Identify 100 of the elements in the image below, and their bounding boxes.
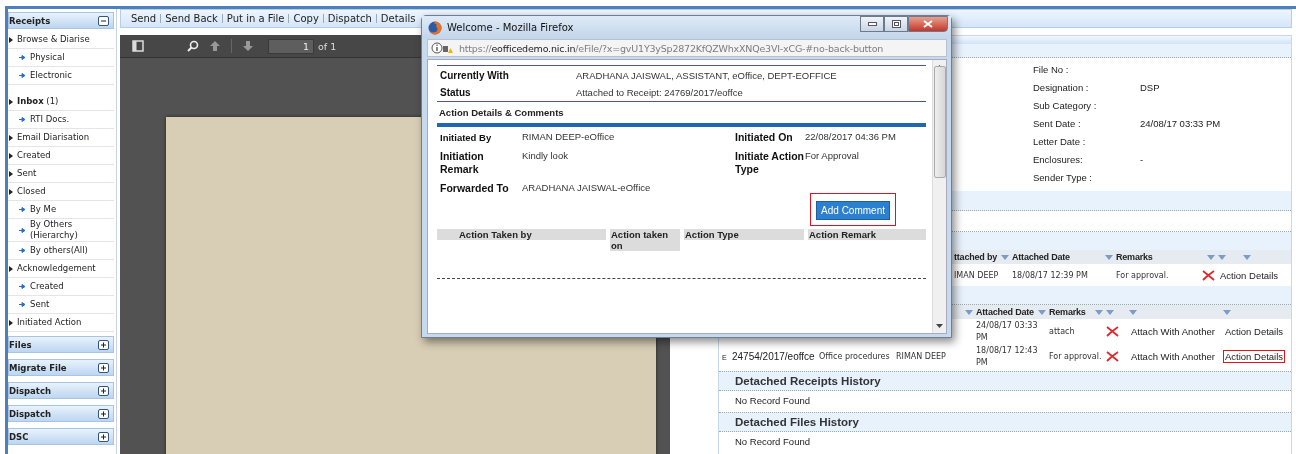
menu-item[interactable]: Browse & Diarise [17, 34, 90, 45]
close-button[interactable] [908, 16, 948, 32]
table-cell: 24754/2017/eoffce [732, 351, 815, 362]
field-label: Sent Date : [1033, 118, 1082, 129]
field-value: Attached to Receipt: 24769/2017/eoffce [576, 87, 744, 98]
plus-icon[interactable] [98, 431, 109, 442]
action-details-link[interactable]: Action Details [1218, 268, 1281, 282]
page-count: of 1 [318, 40, 337, 52]
column-header: Action taken on [610, 229, 680, 251]
triangle-icon [9, 170, 13, 177]
column-header[interactable]: Remarks [1049, 307, 1086, 317]
triangle-icon [9, 134, 13, 141]
toolbar-button[interactable]: Details [376, 13, 420, 24]
column-header: Action Remark [808, 229, 926, 240]
scroll-thumb[interactable] [933, 65, 946, 178]
section-header[interactable]: Migrate File [8, 359, 114, 376]
arrow-icon [19, 302, 26, 307]
browser-logo-icon [428, 20, 442, 35]
maximize-button[interactable] [884, 16, 908, 32]
arrow-down-icon[interactable] [242, 40, 254, 52]
attach-link[interactable]: Attach With Another [1129, 325, 1217, 338]
menu-item[interactable]: By Others (Hierarchy) [30, 219, 114, 241]
table-cell-text: attach [1049, 325, 1076, 338]
field-label: Forwarded To [440, 182, 510, 195]
minimize-icon[interactable] [867, 22, 877, 26]
field-value: DSP [1140, 82, 1161, 93]
column-header[interactable]: Remarks [1116, 252, 1153, 262]
toolbar-button[interactable]: Send [127, 13, 161, 24]
add-comment-button[interactable]: Add Comment [816, 201, 890, 220]
toolbar-button[interactable]: Dispatch [323, 13, 376, 24]
arrow-up-icon[interactable] [209, 40, 221, 52]
plus-icon[interactable] [98, 339, 109, 350]
arrow-icon [19, 227, 26, 233]
arrow-icon [19, 55, 26, 60]
menu-item[interactable]: Acknowledgement [17, 263, 96, 274]
arrow-icon [19, 248, 26, 253]
toolbar-button[interactable]: Put in a File [222, 13, 289, 24]
field-label: Initiation Remark [440, 150, 485, 176]
field-value: 24/08/17 03:33 PM [1140, 118, 1222, 129]
table-cell-text: For approval. [1116, 270, 1170, 280]
sidebar-toggle-icon[interactable] [132, 40, 144, 52]
cross-icon[interactable] [1106, 326, 1119, 337]
column-header[interactable]: Attached Date [976, 307, 1034, 317]
menu-item[interactable]: Inbox (1) [17, 96, 59, 107]
menu-item[interactable]: Created [17, 150, 51, 161]
plus-icon[interactable] [98, 385, 109, 396]
cross-icon[interactable] [1106, 351, 1119, 362]
maximize-icon[interactable] [891, 20, 901, 28]
plus-icon[interactable] [98, 408, 109, 419]
section-title: Detached Files History [719, 412, 1291, 432]
table-cell-text: 18/08/17 12:43 PM [976, 344, 1039, 369]
menu-item[interactable]: RTI Docs. [30, 114, 70, 125]
column-header[interactable]: ttached by [954, 252, 997, 262]
close-icon[interactable] [923, 20, 933, 28]
menu-item[interactable]: Electronic [30, 70, 72, 81]
menu-item[interactable]: By Me [30, 204, 57, 215]
column-header: Action Type [684, 229, 804, 240]
attach-link[interactable]: Attach With Another [1129, 350, 1217, 363]
menu-item[interactable]: Closed [17, 186, 46, 197]
search-icon[interactable] [187, 40, 199, 52]
minus-icon[interactable] [98, 15, 109, 26]
menu-item[interactable]: Sent [30, 299, 50, 310]
page-number-field[interactable]: 1 [268, 38, 314, 54]
menu-item[interactable]: Created [30, 281, 64, 292]
field-value: ARADHANA JAISWAL-eOffice [522, 182, 652, 195]
triangle-icon [9, 319, 13, 326]
field-label: Enclosures: [1033, 154, 1084, 165]
empty-message: No Record Found [735, 436, 810, 447]
action-details-link[interactable]: Action Details [1223, 350, 1286, 363]
field-value: Kindly look [522, 150, 569, 163]
scroll-down-icon[interactable] [936, 324, 943, 328]
menu-item[interactable]: Sent [17, 168, 37, 179]
toolbar-button[interactable]: Copy [289, 13, 323, 24]
menu-item[interactable]: Physical [30, 52, 65, 63]
menu-item[interactable]: Initiated Action [17, 317, 82, 328]
action-details-link[interactable]: Action Details [1223, 325, 1286, 338]
section-header[interactable]: DSC [8, 428, 114, 445]
field-label: Sender Type : [1033, 172, 1093, 183]
field-value: For Approval [805, 150, 860, 163]
section-header[interactable]: Dispatch [8, 382, 114, 399]
section-header[interactable]: Files [8, 336, 114, 353]
site-info-icon[interactable] [431, 42, 453, 54]
section-header[interactable]: Receipts [8, 12, 114, 29]
menu-item[interactable]: By others(All) [30, 245, 88, 256]
arrow-icon [19, 207, 26, 212]
column-header: Action Taken by [437, 229, 606, 240]
arrow-icon [19, 284, 26, 289]
minimize-button[interactable] [860, 16, 884, 32]
field-label: Designation : [1033, 82, 1090, 93]
toolbar-button[interactable]: Send Back [161, 13, 222, 24]
field-value: ARADHANA JAISWAL, ASSISTANT, eOffice, DEPT-EOFFICE [576, 70, 838, 81]
url-field[interactable]: https://eofficedemo.nic.in/eFile/?x=gvU1Y3ySp2872KfQZWhxXNQe3VI-xCG-#no-back-button [427, 39, 947, 57]
table-cell-text: 24/08/17 03:33 PM [976, 319, 1039, 344]
field-label: Initiate Action Type [735, 150, 805, 176]
plus-icon[interactable] [98, 362, 109, 373]
cross-icon[interactable] [1201, 269, 1215, 281]
section-header[interactable]: Dispatch [8, 405, 114, 422]
column-header[interactable]: Attached Date [1012, 252, 1070, 262]
menu-item[interactable]: Email Diarisation [17, 132, 90, 143]
field-label: File No : [1033, 64, 1070, 75]
